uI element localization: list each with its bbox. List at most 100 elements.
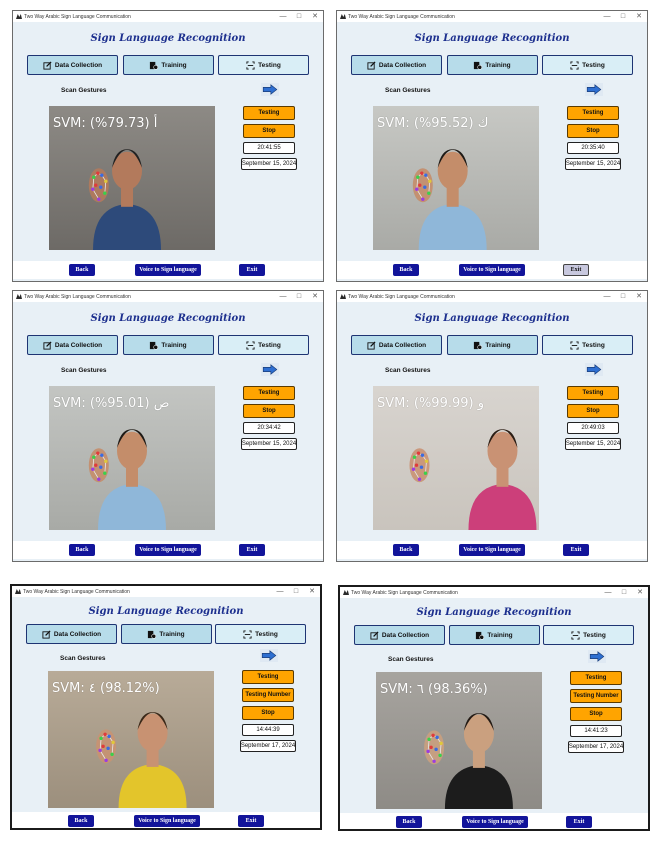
- exit-button[interactable]: Exit: [239, 544, 265, 556]
- training-icon: [475, 631, 485, 640]
- stop-button[interactable]: Stop: [567, 404, 619, 418]
- stop-button[interactable]: Stop: [243, 124, 295, 138]
- exit-button[interactable]: Exit: [238, 815, 264, 827]
- testing-number-button[interactable]: Testing Number: [242, 688, 294, 702]
- back-button[interactable]: Back: [396, 816, 422, 828]
- stop-button[interactable]: Stop: [243, 404, 295, 418]
- voice-to-sign-button[interactable]: Voice to Sign language: [459, 544, 525, 556]
- back-button[interactable]: Back: [69, 544, 95, 556]
- back-button[interactable]: Back: [68, 815, 94, 827]
- voice-to-sign-button[interactable]: Voice to Sign language: [459, 264, 525, 276]
- tab-testing[interactable]: Testing: [218, 55, 309, 75]
- arrow-right-icon[interactable]: [260, 649, 278, 662]
- svm-prediction: SVM: (%95.52) ك: [377, 116, 489, 131]
- date-display: September 17, 2024: [568, 741, 624, 753]
- close-button[interactable]: ✕: [307, 11, 323, 22]
- tab-bar: Data Collection Training Testing: [26, 624, 306, 644]
- back-button[interactable]: Back: [69, 264, 95, 276]
- exit-button[interactable]: Exit: [563, 544, 589, 556]
- tab-data-collection[interactable]: Data Collection: [27, 335, 118, 355]
- maximize-button[interactable]: □: [616, 587, 632, 598]
- voice-to-sign-button[interactable]: Voice to Sign language: [462, 816, 528, 828]
- maximize-button[interactable]: □: [615, 291, 631, 302]
- minimize-button[interactable]: —: [599, 291, 615, 302]
- stop-button[interactable]: Stop: [567, 124, 619, 138]
- back-button[interactable]: Back: [393, 264, 419, 276]
- testing-button[interactable]: Testing: [567, 106, 619, 120]
- exit-button[interactable]: Exit: [563, 264, 589, 276]
- app-icon: [343, 590, 349, 595]
- maximize-button[interactable]: □: [288, 586, 304, 597]
- testing-button[interactable]: Testing: [242, 670, 294, 684]
- footer-bar: Back Voice to Sign language Exit: [12, 812, 320, 828]
- tab-testing[interactable]: Testing: [542, 335, 633, 355]
- testing-button[interactable]: Testing: [570, 671, 622, 685]
- tab-label: Testing: [255, 630, 278, 638]
- page-title: Sign Language Recognition: [90, 313, 246, 324]
- minimize-button[interactable]: —: [275, 11, 291, 22]
- arrow-right-icon[interactable]: [585, 363, 603, 376]
- minimize-button[interactable]: —: [600, 587, 616, 598]
- tab-testing[interactable]: Testing: [542, 55, 633, 75]
- minimize-button[interactable]: —: [272, 586, 288, 597]
- app-icon: [16, 294, 22, 299]
- arrow-right-icon[interactable]: [261, 83, 279, 96]
- app-window: Two Way Arabic Sign Language Communicati…: [338, 585, 650, 831]
- tab-label: Training: [159, 630, 185, 638]
- camera-view: SVM: (%79.73) أ: [49, 106, 215, 250]
- tab-data-collection[interactable]: Data Collection: [351, 335, 442, 355]
- testing-button[interactable]: Testing: [567, 386, 619, 400]
- title-bar: Two Way Arabic Sign Language Communicati…: [13, 291, 323, 302]
- tab-label: Testing: [582, 61, 605, 69]
- exit-button[interactable]: Exit: [239, 264, 265, 276]
- minimize-button[interactable]: —: [275, 291, 291, 302]
- tab-training[interactable]: Training: [448, 625, 540, 645]
- arrow-right-icon[interactable]: [585, 83, 603, 96]
- tab-training[interactable]: Training: [122, 55, 214, 75]
- tab-testing[interactable]: Testing: [215, 624, 306, 644]
- arrow-right-icon[interactable]: [261, 363, 279, 376]
- voice-to-sign-button[interactable]: Voice to Sign language: [135, 544, 201, 556]
- tab-data-collection[interactable]: Data Collection: [354, 625, 445, 645]
- testing-number-button[interactable]: Testing Number: [570, 689, 622, 703]
- tab-data-collection[interactable]: Data Collection: [26, 624, 117, 644]
- maximize-button[interactable]: □: [291, 291, 307, 302]
- close-button[interactable]: ✕: [307, 291, 323, 302]
- app-icon: [16, 14, 22, 19]
- scan-gestures-label: Scan Gestures: [61, 367, 107, 374]
- voice-to-sign-button[interactable]: Voice to Sign language: [134, 815, 200, 827]
- app-window: Two Way Arabic Sign Language Communicati…: [10, 584, 322, 830]
- edit-icon: [43, 340, 52, 350]
- testing-button[interactable]: Testing: [243, 106, 295, 120]
- tab-bar: Data Collection Training Testing: [27, 335, 309, 355]
- close-button[interactable]: ✕: [631, 291, 647, 302]
- tab-training[interactable]: Training: [120, 624, 212, 644]
- page-title: Sign Language Recognition: [414, 33, 570, 44]
- camera-view: SVM: ٦ (98.36%): [376, 672, 542, 809]
- arrow-right-icon[interactable]: [588, 650, 606, 663]
- close-button[interactable]: ✕: [304, 586, 320, 597]
- back-button[interactable]: Back: [393, 544, 419, 556]
- tab-training[interactable]: Training: [446, 335, 538, 355]
- testing-button[interactable]: Testing: [243, 386, 295, 400]
- app-window: Two Way Arabic Sign Language Communicati…: [336, 10, 648, 282]
- minimize-button[interactable]: —: [599, 11, 615, 22]
- close-button[interactable]: ✕: [632, 587, 648, 598]
- tab-testing[interactable]: Testing: [543, 625, 634, 645]
- voice-to-sign-button[interactable]: Voice to Sign language: [135, 264, 201, 276]
- maximize-button[interactable]: □: [291, 11, 307, 22]
- tab-training[interactable]: Training: [446, 55, 538, 75]
- stop-button[interactable]: Stop: [242, 706, 294, 720]
- stop-button[interactable]: Stop: [570, 707, 622, 721]
- tab-training[interactable]: Training: [122, 335, 214, 355]
- edit-icon: [370, 630, 379, 640]
- tab-label: Data Collection: [378, 61, 427, 69]
- maximize-button[interactable]: □: [615, 11, 631, 22]
- tab-data-collection[interactable]: Data Collection: [351, 55, 442, 75]
- close-button[interactable]: ✕: [631, 11, 647, 22]
- edit-icon: [367, 340, 376, 350]
- exit-button[interactable]: Exit: [566, 816, 592, 828]
- tab-testing[interactable]: Testing: [218, 335, 309, 355]
- training-icon: [149, 61, 159, 70]
- tab-data-collection[interactable]: Data Collection: [27, 55, 118, 75]
